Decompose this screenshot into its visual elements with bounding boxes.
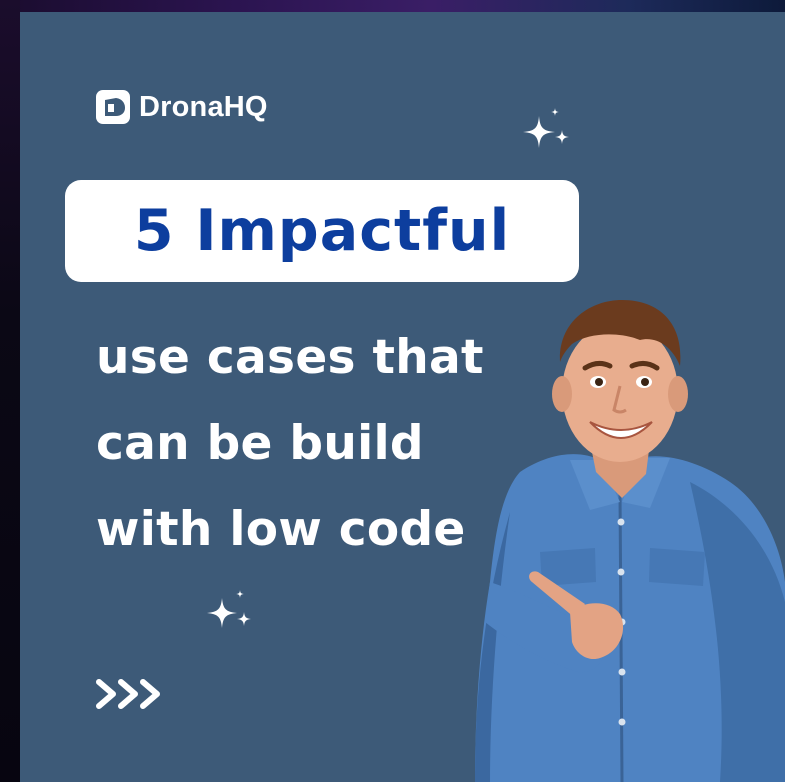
brand-name: DronaHQ [139, 90, 268, 123]
sparkle-icon [523, 108, 569, 148]
sparkle-icon [207, 590, 251, 628]
headline: 5 Impactful [133, 198, 511, 264]
promo-slide: DronaHQ 5 Impactful use cases that can b… [20, 12, 785, 782]
dronahq-logo-icon [96, 90, 130, 124]
smiling-man-pointing-image [475, 300, 785, 782]
triple-chevron-right-icon [96, 679, 160, 709]
subtitle-line-2: can be build [96, 416, 424, 471]
headline-box: 5 Impactful [65, 180, 579, 282]
background-glow [0, 0, 785, 12]
background-edge [0, 0, 20, 782]
subtitle-line-1: use cases that [96, 330, 484, 385]
brand-logo: DronaHQ [96, 90, 268, 124]
subtitle-line-3: with low code [96, 502, 466, 557]
